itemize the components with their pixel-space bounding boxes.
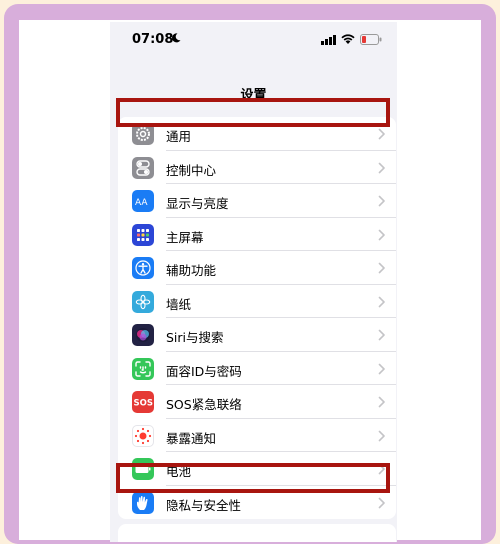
- chevron-right-icon: [378, 195, 385, 207]
- battery-low-icon: [360, 34, 382, 45]
- face-id-icon: [132, 357, 154, 380]
- flower-icon: [132, 290, 154, 313]
- chevron-right-icon: [378, 162, 385, 173]
- moon-icon: [172, 33, 181, 43]
- settings-row-flower[interactable]: 墙纸: [118, 285, 396, 318]
- settings-row-text-size[interactable]: AA 显示与亮度: [118, 184, 396, 218]
- highlight-general: [116, 98, 390, 127]
- settings-row-sos[interactable]: SOS SOS紧急联络: [118, 385, 396, 419]
- settings-row-face-id[interactable]: 面容ID与密码: [118, 352, 396, 385]
- settings-row-accessibility[interactable]: 辅助功能: [118, 251, 396, 285]
- settings-row-label: 辅助功能: [166, 263, 217, 278]
- settings-row-label: 暴露通知: [166, 430, 217, 446]
- chevron-right-icon: [378, 430, 385, 441]
- svg-text:SOS: SOS: [134, 399, 153, 409]
- chevron-right-icon: [378, 497, 385, 508]
- status-bar: 07:08: [110, 22, 397, 58]
- siri-icon: [132, 324, 154, 346]
- settings-row-label: 隐私与安全性: [166, 497, 242, 513]
- settings-row-siri[interactable]: Siri与搜索: [118, 318, 396, 352]
- toggles-icon: [132, 156, 154, 179]
- settings-row-label: 墙纸: [166, 296, 192, 312]
- settings-row-label: 通用: [166, 129, 192, 144]
- settings-row-label: Siri与搜索: [166, 330, 224, 345]
- highlight-privacy: [116, 463, 390, 493]
- sos-icon: SOS: [132, 391, 154, 413]
- settings-list: 通用 控制中心 AA 显示与亮度 主屏幕 辅助功能 墙纸 Siri与搜索 面容ID与密码 SOS S…: [118, 117, 396, 519]
- settings-list-next-group: [118, 524, 396, 542]
- chevron-right-icon: [378, 329, 385, 341]
- chevron-right-icon: [378, 229, 385, 240]
- text-size-icon: AA: [132, 190, 154, 212]
- chevron-right-icon: [378, 363, 385, 374]
- chevron-right-icon: [378, 396, 385, 408]
- cellular-signal-icon: [321, 35, 336, 45]
- chevron-right-icon: [378, 128, 385, 140]
- status-time: 07:08: [132, 32, 174, 47]
- settings-row-label: 面容ID与密码: [166, 363, 242, 379]
- settings-row-exposure[interactable]: 暴露通知: [118, 419, 396, 452]
- chevron-right-icon: [378, 262, 385, 274]
- settings-row-toggles[interactable]: 控制中心: [118, 151, 396, 184]
- accessibility-icon: [132, 257, 154, 279]
- settings-row-label: SOS紧急联络: [166, 397, 242, 412]
- hand-icon: [132, 491, 154, 514]
- wifi-icon: [341, 34, 355, 44]
- settings-row-home-grid[interactable]: 主屏幕: [118, 218, 396, 251]
- settings-row-label: 显示与亮度: [166, 196, 229, 211]
- exposure-icon: [132, 424, 154, 447]
- home-grid-icon: [132, 223, 154, 246]
- settings-row-label: 控制中心: [166, 162, 217, 178]
- settings-row-label: 主屏幕: [166, 229, 204, 245]
- chevron-right-icon: [378, 296, 385, 307]
- svg-text:AA: AA: [135, 198, 148, 207]
